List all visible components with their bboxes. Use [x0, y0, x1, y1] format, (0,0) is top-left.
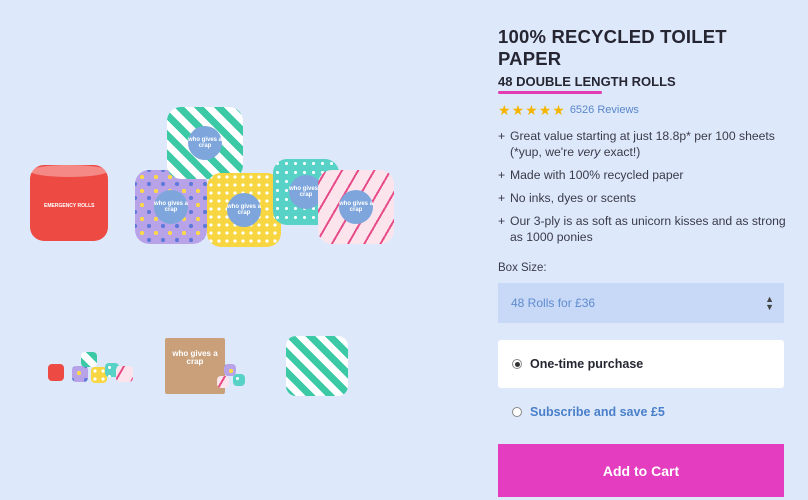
product-title: 100% RECYCLED TOILET PAPER [498, 26, 727, 69]
feature-item: + Our 3-ply is as soft as unicorn kisses… [498, 214, 786, 244]
star-icon: ★ [511, 102, 525, 118]
roll-purple-image: who gives a crap [135, 170, 207, 244]
feature-item: + Made with 100% recycled paper [498, 168, 684, 182]
plus-icon: + [498, 214, 506, 228]
box-size-select[interactable]: 48 Rolls for £36 ▲ ▼ [498, 283, 784, 323]
thumbnail-box[interactable]: who gives a crap [161, 330, 261, 400]
box-size-label: Box Size: [498, 262, 547, 274]
one-time-radio[interactable] [512, 359, 522, 369]
reviews-link[interactable]: 6526 Reviews [570, 104, 639, 116]
subscribe-option[interactable]: Subscribe and save £5 [498, 399, 788, 425]
main-product-image: EMERGENCY ROLLS who gives a crap who giv… [20, 95, 410, 255]
star-icon: ★ [498, 102, 511, 118]
roll-yellow-image: who gives a crap [207, 173, 281, 247]
one-time-purchase-label: One-time purchase [530, 357, 644, 371]
thumbnail-rolls[interactable] [36, 330, 136, 400]
subscribe-radio[interactable] [512, 407, 522, 417]
feature-item: + Great value starting at just 18.8p* pe… [498, 129, 775, 159]
add-to-cart-button[interactable]: Add to Cart [498, 444, 784, 497]
plus-icon: + [498, 129, 506, 143]
star-icon: ★ [525, 102, 538, 118]
thumbnail-striped-roll[interactable] [284, 330, 384, 400]
one-time-purchase-option[interactable]: One-time purchase [498, 340, 784, 388]
product-panel: 100% RECYCLED TOILET PAPER 48 DOUBLE LEN… [498, 26, 788, 497]
thumbnail-strip: who gives a crap [36, 330, 366, 400]
box-size-selected-value: 48 Rolls for £36 [511, 296, 596, 310]
roll-striped-image: who gives a crap [167, 107, 243, 179]
rating-row: ★ ★ ★ ★ ★ 6526 Reviews [498, 103, 788, 117]
feature-list: + Great value starting at just 18.8p* pe… [498, 128, 788, 245]
product-gallery: EMERGENCY ROLLS who gives a crap who giv… [0, 0, 470, 500]
product-subtitle: 48 DOUBLE LENGTH ROLLS [498, 74, 676, 89]
subscribe-label: Subscribe and save £5 [530, 405, 665, 419]
roll-pink-image: who gives a crap [318, 170, 394, 244]
emergency-roll-image: EMERGENCY ROLLS [30, 165, 108, 241]
feature-item: + No inks, dyes or scents [498, 191, 636, 205]
star-icon: ★ [538, 102, 552, 118]
star-icon: ★ [552, 102, 565, 118]
select-arrows-icon: ▲ ▼ [765, 294, 774, 312]
emergency-roll-label: EMERGENCY ROLLS [44, 203, 95, 209]
subtitle-underline [498, 91, 602, 94]
plus-icon: + [498, 191, 506, 205]
box-logo-text: who gives a crap [172, 349, 218, 366]
plus-icon: + [498, 168, 506, 182]
